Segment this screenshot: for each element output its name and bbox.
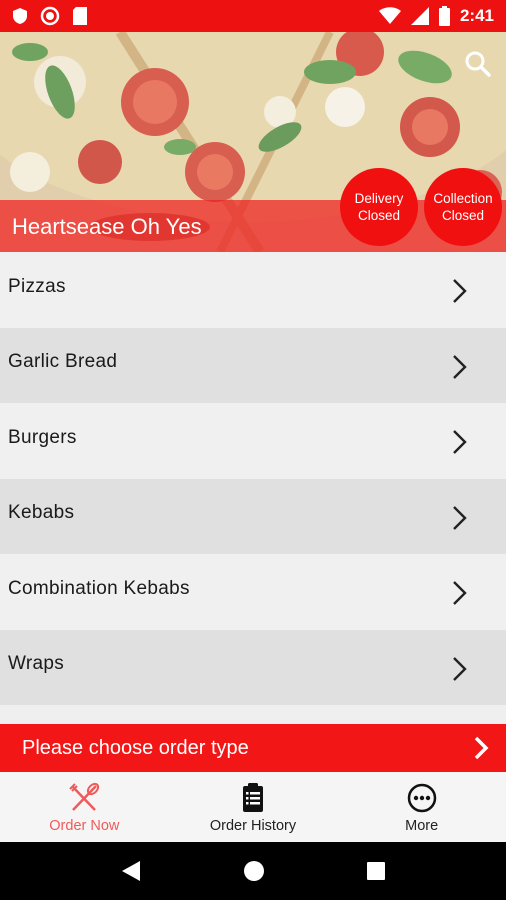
signal-icon: [410, 7, 429, 25]
system-navigation-bar: [0, 842, 506, 900]
home-icon[interactable]: [243, 860, 265, 882]
menu-item-kebabs[interactable]: Kebabs: [0, 478, 506, 554]
chevron-right-icon: [453, 656, 467, 681]
delivery-status-badge: Delivery Closed: [340, 168, 418, 246]
fork-knife-icon: [69, 782, 100, 811]
restaurant-name: Heartsease Oh Yes: [12, 214, 202, 239]
shield-icon: [13, 8, 27, 24]
menu-item-garlic-bread[interactable]: Garlic Bread: [0, 327, 506, 403]
choose-order-type-bar[interactable]: Please choose order type: [0, 724, 506, 772]
clipboard-icon: [243, 783, 263, 812]
menu-item-wraps[interactable]: Wraps: [0, 629, 506, 705]
collection-badge-title: Collection: [433, 191, 493, 206]
order-type-label: Please choose order type: [22, 736, 249, 759]
chevron-right-icon: [453, 354, 467, 379]
menu-item-label: Garlic Bread: [8, 351, 118, 373]
menu-item-label: Combination Kebabs: [8, 577, 190, 599]
delivery-badge-status: Closed: [357, 208, 401, 223]
chevron-right-icon: [453, 581, 467, 605]
record-icon: [40, 6, 60, 26]
search-icon[interactable]: [464, 50, 492, 78]
battery-icon: [438, 6, 450, 26]
chevron-right-icon: [453, 430, 467, 454]
menu-item-label: Kebabs: [8, 502, 75, 524]
tab-label: More: [405, 818, 439, 834]
menu-item-label: Pizzas: [8, 275, 66, 297]
bottom-tab-bar: Order Now Order History More: [0, 772, 506, 842]
chevron-right-icon: [453, 279, 467, 303]
sim-card-icon: [73, 7, 87, 25]
delivery-badge-title: Delivery: [354, 191, 404, 206]
wifi-icon: [378, 7, 401, 24]
chevron-right-icon: [453, 505, 467, 530]
back-icon[interactable]: [120, 859, 142, 883]
tab-order-now[interactable]: Order Now: [0, 772, 169, 842]
menu-item-combination-kebabs[interactable]: Combination Kebabs: [0, 554, 506, 630]
status-time: 2:41: [459, 6, 494, 25]
tab-order-history[interactable]: Order History: [169, 772, 338, 842]
recents-icon[interactable]: [366, 861, 386, 881]
menu-category-list: Pizzas Garlic Bread Burgers Kebabs Combi…: [0, 252, 506, 724]
collection-badge-status: Closed: [441, 208, 485, 223]
tab-label: Order History: [209, 818, 297, 834]
collection-status-badge: Collection Closed: [424, 168, 502, 246]
menu-item-burgers[interactable]: Burgers: [0, 403, 506, 479]
menu-item-label: Wraps: [8, 653, 65, 675]
tab-more[interactable]: More: [337, 772, 506, 842]
restaurant-header: Heartsease Oh Yes Delivery Closed Collec…: [0, 32, 506, 252]
status-bar: 2:41: [0, 0, 506, 32]
menu-item-label: Burgers: [8, 426, 77, 448]
chevron-right-icon: [474, 736, 489, 760]
menu-item-pizzas[interactable]: Pizzas: [0, 252, 506, 328]
more-dots-icon: [407, 783, 436, 813]
tab-label: Order Now: [49, 818, 120, 834]
